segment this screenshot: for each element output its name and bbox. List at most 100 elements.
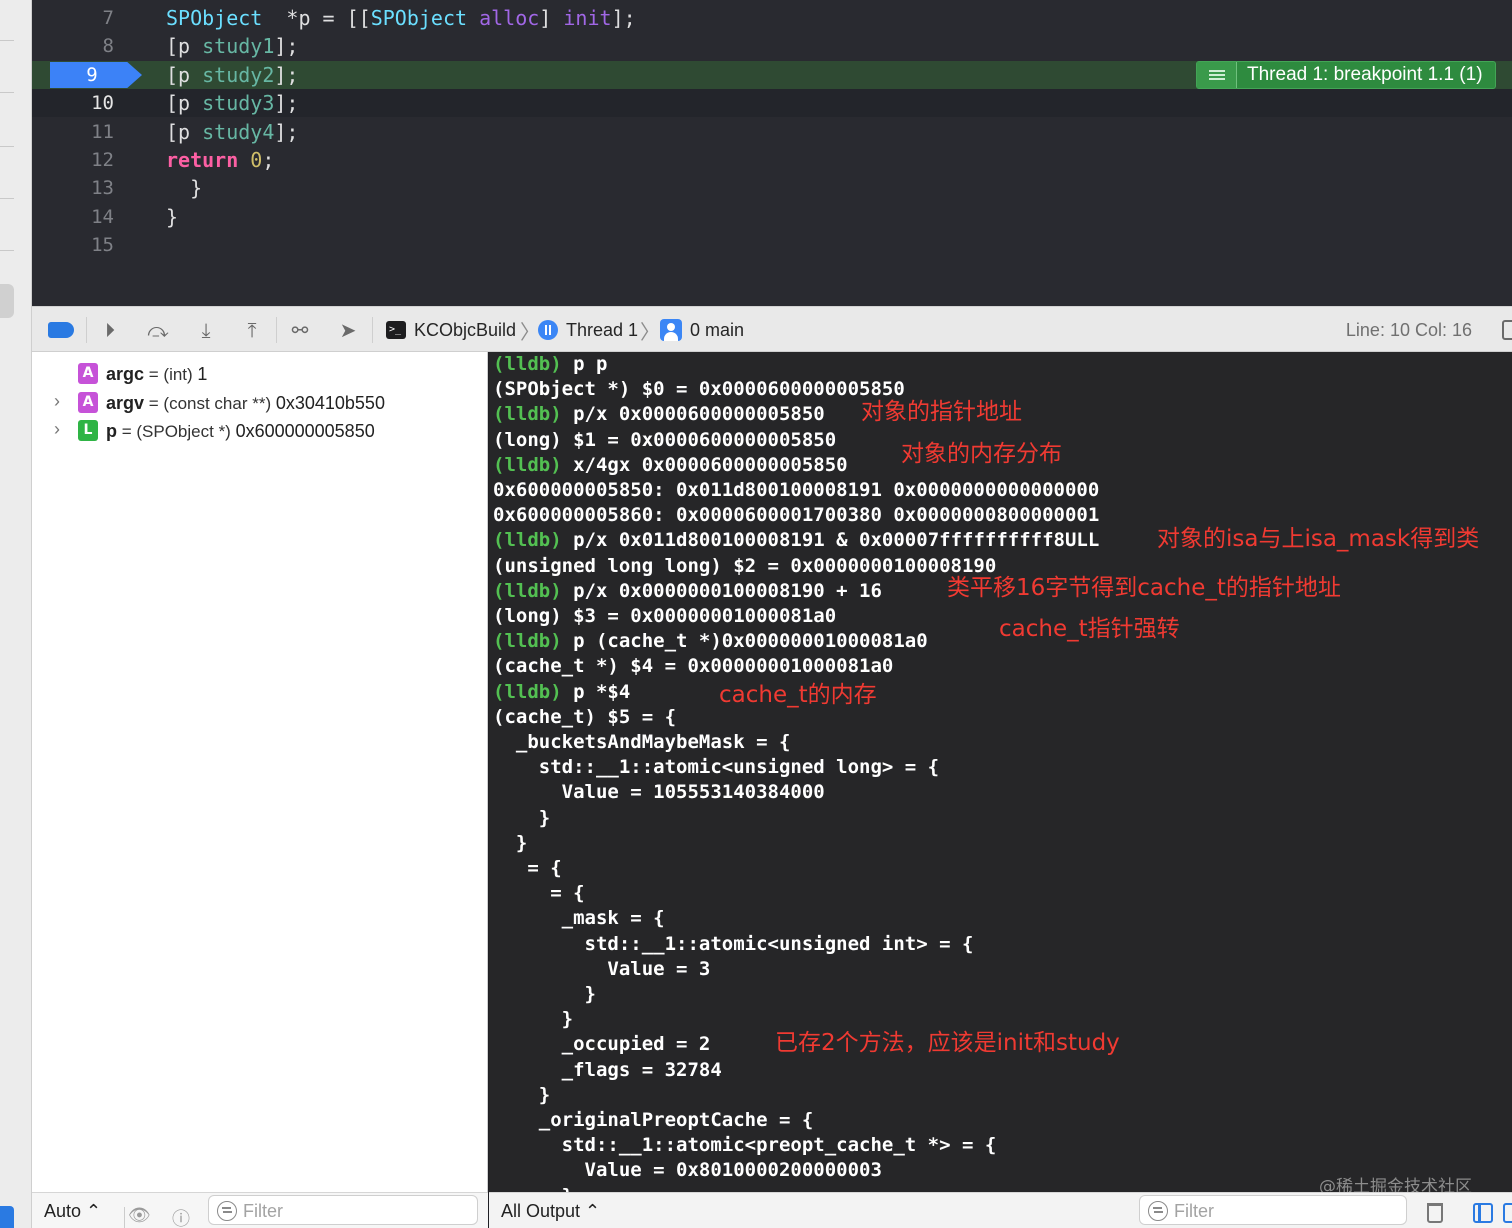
code-line[interactable]: 10 [p study3]; (32, 89, 1512, 118)
simulate-location-icon[interactable]: ➤ (334, 317, 362, 343)
code-line[interactable]: 12 return 0; (32, 146, 1512, 174)
breadcrumb-frame[interactable]: 0 main (660, 317, 744, 343)
split-left-icon[interactable] (1473, 1203, 1493, 1223)
navigator-edge (0, 0, 32, 1228)
console-line-text: p/x 0x011d800100008191 & 0x00007ffffffff… (561, 529, 1100, 552)
info-icon[interactable]: ⓘ (172, 1205, 190, 1228)
line-number[interactable]: 7 (50, 4, 114, 32)
continue-icon[interactable]: ⏵ (96, 317, 124, 343)
navigator-divider (0, 92, 14, 93)
variable-row-argv[interactable]: › Aargv = (const char **) 0x30410b550 (32, 389, 488, 417)
code-token: ]; (274, 34, 299, 59)
breadcrumb-thread[interactable]: Thread 1 (538, 317, 638, 343)
console-line-text: } (493, 1083, 551, 1106)
panel-toggle-icon[interactable] (1502, 320, 1512, 340)
line-number[interactable]: 11 (50, 118, 114, 146)
console-line-text: Value = 105553140384000 (493, 781, 825, 804)
breakpoint-line-number: 9 (86, 64, 98, 86)
code-line[interactable]: 15 (32, 231, 1512, 259)
console-output-line: (cache_t *) $4 = 0x00000001000081a0 (493, 654, 893, 679)
code-token: ; (262, 148, 275, 172)
split-right-icon[interactable] (1503, 1203, 1512, 1223)
code-line[interactable]: 14} (32, 203, 1512, 231)
console-output-line: std::__1::atomic<preopt_cache_t *> = { (493, 1133, 997, 1158)
line-number[interactable]: 13 (50, 174, 114, 202)
lldb-prompt: (lldb) (493, 403, 562, 426)
terminal-icon: >_ (386, 321, 406, 339)
code-text: [p study2]; (166, 61, 298, 89)
scope-selector[interactable]: Auto ⌃ (44, 1193, 101, 1228)
console-output-line: _originalPreoptCache = { (493, 1108, 814, 1133)
chevron-right-icon[interactable]: › (54, 419, 60, 440)
console-line-text: x/4gx 0x0000600000005850 (561, 453, 848, 476)
code-token: 0 (250, 148, 263, 172)
chevron-right-icon[interactable]: › (54, 391, 60, 412)
variable-value: 1 (197, 364, 208, 384)
variables-filter-input[interactable]: Filter (208, 1195, 478, 1225)
console-output-line: } (493, 1007, 573, 1032)
line-number[interactable]: 12 (50, 146, 114, 174)
code-line[interactable]: 8 [p study1]; (32, 32, 1512, 60)
console-command: (lldb) p/x 0x011d800100008191 & 0x00007f… (493, 528, 1099, 553)
trash-icon[interactable] (1427, 1203, 1443, 1223)
console-line-text: _flags = 32784 (493, 1058, 722, 1081)
output-selector[interactable]: All Output ⌃ (501, 1193, 600, 1228)
breakpoints-toggle-icon[interactable] (48, 317, 74, 343)
lldb-prompt: (lldb) (493, 630, 562, 653)
annotation-pointer-address: 对象的指针地址 (861, 399, 1022, 425)
code-token: ]; (274, 62, 299, 87)
console-output-line: (SPObject *) $0 = 0x0000600000005850 (493, 377, 905, 402)
step-into-icon[interactable]: ⤓ (192, 317, 220, 343)
navigator-collapse-tab[interactable] (0, 284, 14, 318)
console-filter-input[interactable]: Filter (1139, 1195, 1407, 1225)
variable-row-argc[interactable]: Aargc = (int) 1 (32, 360, 488, 388)
code-token: init (563, 6, 612, 30)
code-line[interactable]: 7 SPObject *p = [[SPObject alloc] init]; (32, 4, 1512, 32)
step-over-icon[interactable]: ⤼ (144, 317, 172, 343)
code-text: } (166, 174, 202, 202)
user-frame-icon (660, 319, 682, 341)
breadcrumb-target[interactable]: >_ KCObjcBuild (386, 317, 516, 343)
filter-icon (1148, 1201, 1168, 1221)
variable-value: 0x600000005850 (235, 421, 375, 441)
console-footer: All Output ⌃ Filter (489, 1192, 1512, 1228)
console-command: (lldb) p (cache_t *)0x00000001000081a0 (493, 629, 928, 654)
console-output-line: _mask = { (493, 906, 665, 931)
variable-row-p[interactable]: › Lp = (SPObject *) 0x600000005850 (32, 417, 488, 445)
lldb-console[interactable]: (lldb) p p (SPObject *) $0 = 0x0000600000… (489, 352, 1512, 1228)
debug-bar: ⏵ ⤼ ⤓ ⤒ ⚯ ➤ >_ KCObjcBuild 〉 Thread 1 〉 … (32, 306, 1512, 352)
console-line-text: _occupied = 2 (493, 1033, 711, 1056)
navigator-divider (0, 146, 14, 147)
line-number[interactable]: 15 (50, 231, 114, 259)
hamburger-icon[interactable] (1197, 62, 1237, 88)
step-out-icon[interactable]: ⤒ (238, 317, 266, 343)
code-token: } (166, 176, 203, 201)
annotation-cache-memory: cache_t的内存 (719, 682, 877, 708)
line-number[interactable]: 10 (50, 89, 114, 117)
variable-text: argv = (const char **) 0x30410b550 (106, 389, 385, 418)
filter-icon (217, 1201, 237, 1221)
console-line-text: } (493, 1008, 574, 1031)
thread-breakpoint-badge[interactable]: Thread 1: breakpoint 1.1 (1) (1196, 61, 1496, 89)
code-line[interactable]: 13 } (32, 174, 1512, 202)
eye-icon[interactable]: 👁 (128, 1205, 151, 1226)
code-token: study1 (202, 34, 275, 59)
annotation-cast: cache_t指针强转 (999, 616, 1180, 642)
hierarchy-icon[interactable] (0, 1206, 14, 1228)
code-line[interactable]: 11 [p study4]; (32, 118, 1512, 146)
lldb-prompt: (lldb) (493, 680, 562, 703)
breakpoint-marker[interactable]: 9 (50, 62, 142, 88)
code-token: [p (166, 91, 203, 116)
variable-value: 0x30410b550 (275, 392, 385, 413)
console-output-line: _bucketsAndMaybeMask = { (493, 730, 791, 755)
source-editor[interactable]: 7 SPObject *p = [[SPObject alloc] init]; 8… (32, 0, 1512, 306)
line-number[interactable]: 14 (50, 203, 114, 231)
variables-view[interactable]: Aargc = (int) 1 › Aargv = (const char **) … (32, 352, 488, 1228)
debug-view-hierarchy-icon[interactable]: ⚯ (286, 317, 314, 343)
argument-badge: A (78, 363, 98, 384)
lldb-prompt: (lldb) (493, 579, 562, 602)
line-number[interactable]: 8 (50, 32, 114, 60)
console-line-text: = { (493, 857, 562, 879)
console-output-line: } (493, 982, 596, 1007)
